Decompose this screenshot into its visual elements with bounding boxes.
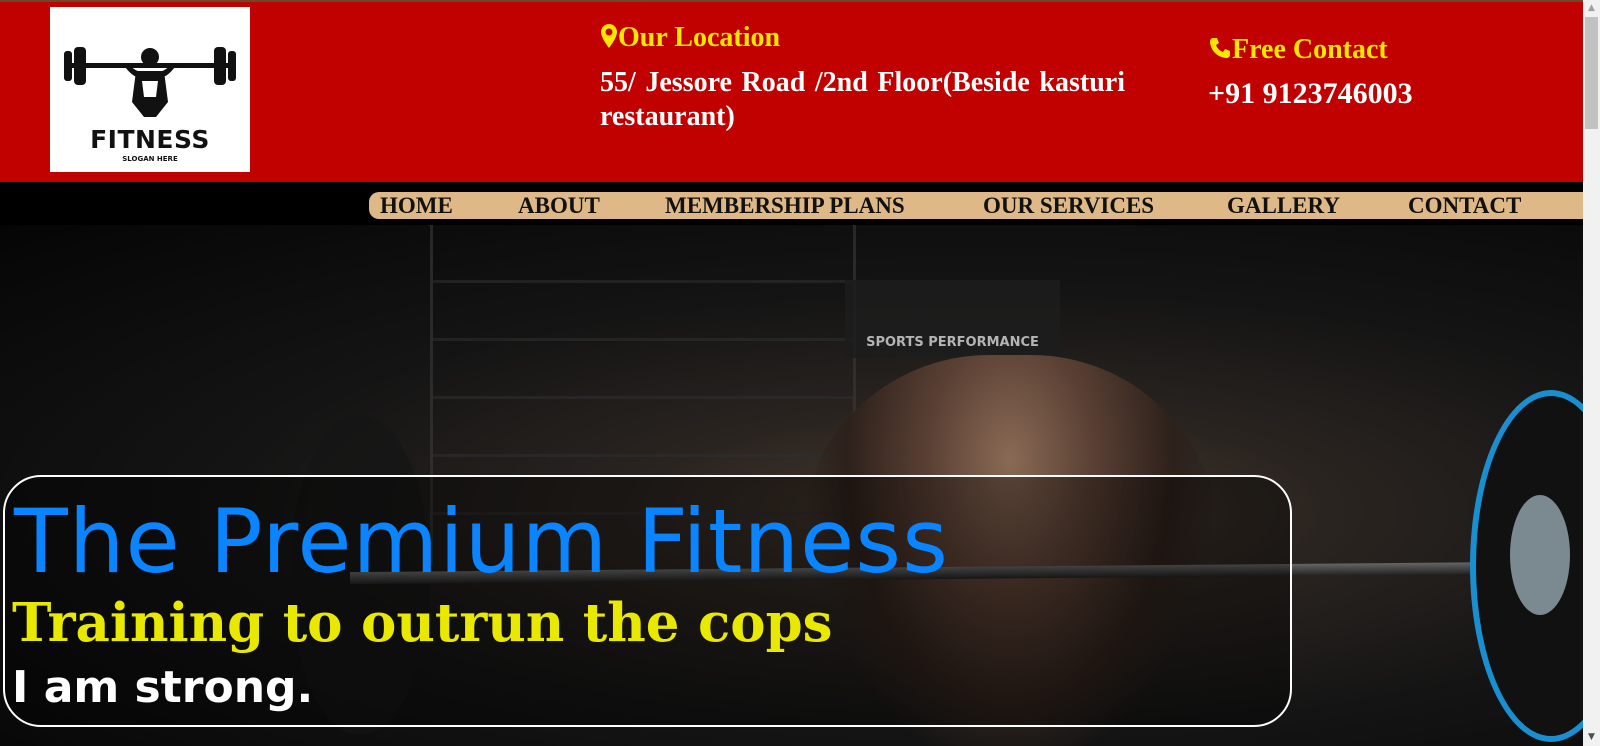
hero-sign-text: SPORTS PERFORMANCE	[866, 335, 1039, 350]
location-address: 55/ Jessore Road /2nd Floor(Beside kastu…	[600, 67, 1125, 132]
scrollbar-thumb[interactable]	[1585, 17, 1598, 129]
weightlifter-logo-icon	[64, 47, 236, 117]
hero-weight-plate-hub	[1510, 495, 1570, 615]
nav-item-home[interactable]: HOME	[380, 192, 453, 220]
nav-item-membership-plans[interactable]: MEMBERSHIP PLANS	[665, 192, 905, 220]
hero-title: The Premium Fitness	[14, 490, 949, 593]
nav-item-about[interactable]: ABOUT	[518, 192, 600, 220]
vertical-scrollbar[interactable]: ▲ ▼	[1583, 0, 1600, 746]
contact-heading: Free Contact	[1208, 34, 1388, 66]
logo-slogan: SLOGAN HERE	[122, 155, 178, 163]
contact-heading-text: Free Contact	[1232, 34, 1388, 65]
hero-tagline: I am strong.	[12, 662, 314, 713]
map-pin-icon	[601, 24, 617, 48]
location-heading: Our Location	[600, 22, 780, 54]
location-heading-text: Our Location	[618, 22, 781, 53]
contact-phone[interactable]: +91 9123746003	[1208, 77, 1413, 111]
logo-title: FITNESS	[90, 125, 210, 154]
scroll-up-arrow-icon[interactable]: ▲	[1583, 0, 1600, 17]
scroll-down-arrow-icon[interactable]: ▼	[1583, 729, 1600, 746]
phone-icon	[1210, 38, 1230, 58]
hero-subtitle: Training to outrun the cops	[12, 592, 833, 654]
nav-item-contact[interactable]: CONTACT	[1408, 192, 1521, 220]
nav-item-our-services[interactable]: OUR SERVICES	[983, 192, 1154, 220]
hero-sign: SPORTS PERFORMANCE	[845, 280, 1060, 358]
nav-item-gallery[interactable]: GALLERY	[1227, 192, 1340, 220]
site-header: FITNESS SLOGAN HERE Our Location 55/ Jes…	[0, 2, 1583, 182]
site-logo[interactable]: FITNESS SLOGAN HERE	[50, 7, 250, 172]
main-nav: HOME ABOUT MEMBERSHIP PLANS OUR SERVICES…	[369, 192, 1583, 219]
